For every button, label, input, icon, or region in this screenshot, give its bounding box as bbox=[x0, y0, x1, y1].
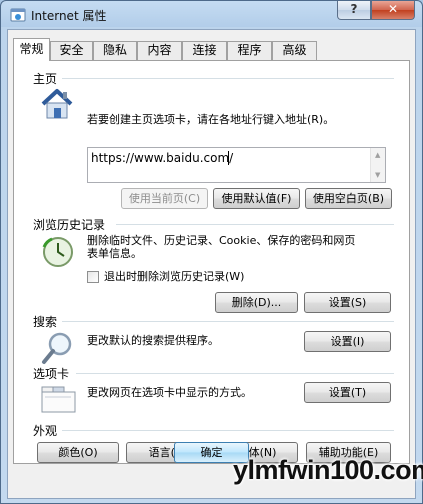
colors-button[interactable]: 颜色(O) bbox=[37, 442, 119, 463]
tab-security[interactable]: 安全 bbox=[50, 41, 93, 60]
watermark-text: ylmfwin100.com bbox=[233, 455, 423, 485]
home-page-url-value: https://www.baidu.com/ bbox=[91, 151, 234, 165]
home-divider bbox=[62, 78, 394, 79]
window-title: Internet 属性 bbox=[31, 9, 107, 23]
use-current-button[interactable]: 使用当前页(C) bbox=[121, 188, 208, 209]
appearance-divider bbox=[62, 430, 394, 431]
scroll-down-icon[interactable]: ▼ bbox=[375, 171, 380, 179]
use-blank-button[interactable]: 使用空白页(B) bbox=[305, 188, 392, 209]
tab-content[interactable]: 内容 bbox=[137, 41, 182, 60]
url-field-scrollbar[interactable]: ▲ ▼ bbox=[370, 148, 385, 182]
internet-options-icon bbox=[10, 8, 26, 22]
tabs-section-title: 选项卡 bbox=[33, 367, 70, 381]
delete-on-exit-checkbox[interactable] bbox=[87, 271, 99, 283]
title-bar[interactable]: Internet 属性 ? ✕ bbox=[1, 1, 422, 29]
history-description-line1: 删除临时文件、历史记录、Cookie、保存的密码和网页 bbox=[87, 234, 356, 247]
history-clock-icon bbox=[42, 237, 73, 267]
use-default-button[interactable]: 使用默认值(F) bbox=[213, 188, 300, 209]
history-settings-button[interactable]: 设置(S) bbox=[304, 292, 391, 313]
tab-general[interactable]: 常规 bbox=[13, 38, 50, 61]
tabs-description: 更改网页在选项卡中显示的方式。 bbox=[87, 386, 252, 399]
search-divider bbox=[62, 321, 394, 322]
home-page-section-title: 主页 bbox=[33, 72, 58, 86]
magnifier-icon bbox=[42, 332, 72, 364]
scroll-up-icon[interactable]: ▲ bbox=[375, 151, 380, 159]
delete-history-button[interactable]: 删除(D)... bbox=[215, 292, 298, 313]
search-settings-button[interactable]: 设置(I) bbox=[304, 331, 391, 352]
home-icon bbox=[41, 89, 73, 119]
tab-connections[interactable]: 连接 bbox=[182, 41, 227, 60]
delete-on-exit-label[interactable]: 退出时删除浏览历史记录(W) bbox=[104, 270, 244, 284]
tabs-window-icon bbox=[41, 386, 76, 413]
search-description: 更改默认的搜索提供程序。 bbox=[87, 334, 219, 347]
tabs-divider bbox=[76, 373, 394, 374]
appearance-section-title: 外观 bbox=[33, 424, 58, 438]
close-button[interactable]: ✕ bbox=[371, 1, 415, 20]
internet-options-window: Internet 属性 ? ✕ 常规 安全 隐私 内容 连接 程序 高级 主页 … bbox=[0, 0, 423, 504]
home-page-url-field[interactable]: https://www.baidu.com/ ▲ ▼ bbox=[87, 147, 386, 183]
tab-programs[interactable]: 程序 bbox=[227, 41, 272, 60]
tab-advanced[interactable]: 高级 bbox=[272, 41, 317, 60]
dialog-body: 常规 安全 隐私 内容 连接 程序 高级 主页 若要创建主页选项卡，请在各地址行… bbox=[7, 29, 416, 499]
tabs-settings-button[interactable]: 设置(T) bbox=[304, 382, 391, 403]
help-button[interactable]: ? bbox=[337, 1, 371, 20]
general-tab-panel: 主页 若要创建主页选项卡，请在各地址行键入地址(R)。 https://www.… bbox=[13, 60, 410, 464]
history-divider bbox=[116, 224, 394, 225]
browsing-history-section-title: 浏览历史记录 bbox=[33, 218, 106, 232]
history-description-line2: 表单信息。 bbox=[87, 247, 142, 260]
home-page-description: 若要创建主页选项卡，请在各地址行键入地址(R)。 bbox=[87, 113, 335, 126]
search-section-title: 搜索 bbox=[33, 315, 58, 329]
tab-privacy[interactable]: 隐私 bbox=[93, 41, 137, 60]
text-caret bbox=[228, 151, 229, 165]
